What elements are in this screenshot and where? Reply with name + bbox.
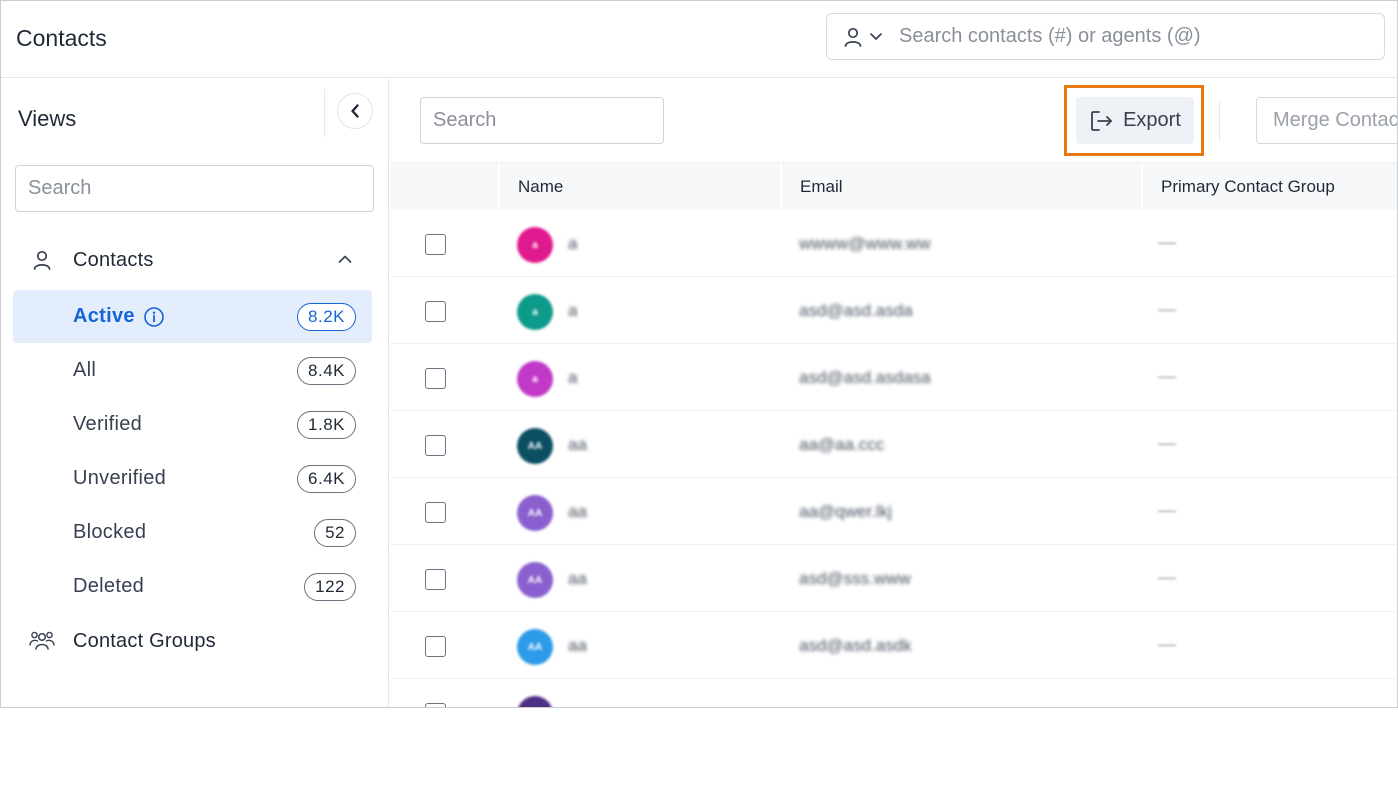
view-item-all[interactable]: All 8.4K: [13, 344, 372, 397]
view-item-unverified[interactable]: Unverified 6.4K: [13, 452, 372, 505]
count-badge: 8.4K: [297, 357, 356, 385]
views-sidebar: Views Contacts Active 8.2K All 8.4K Veri…: [1, 79, 389, 707]
avatar: AA: [517, 428, 553, 464]
view-item-verified[interactable]: Verified 1.8K: [13, 398, 372, 451]
contact-name[interactable]: aa: [568, 502, 587, 522]
table-row[interactable]: a a wwww@www.ww —: [390, 210, 1397, 277]
row-checkbox[interactable]: [425, 368, 446, 389]
person-icon: [27, 249, 57, 271]
avatar: AA: [517, 562, 553, 598]
contact-email: asd@asd.asda: [799, 301, 913, 320]
merge-contacts-button[interactable]: Merge Contacts: [1256, 97, 1397, 144]
divider: [324, 89, 325, 137]
table-row[interactable]: AA aa aa@qwer.lkj —: [390, 478, 1397, 545]
view-item-label: Deleted: [73, 575, 145, 597]
avatar: a: [517, 227, 553, 263]
column-header-name[interactable]: Name: [518, 163, 563, 211]
table-header: Name Email Primary Contact Group: [390, 162, 1397, 211]
contact-group: —: [1158, 433, 1176, 453]
contact-name[interactable]: a: [568, 368, 577, 388]
table-row[interactable]: [390, 679, 1397, 707]
contact-groups-section-header[interactable]: Contact Groups: [15, 621, 373, 661]
table-row[interactable]: a a asd@asd.asdasa —: [390, 344, 1397, 411]
view-item-label: Active: [73, 305, 135, 327]
contact-name[interactable]: a: [568, 301, 577, 321]
contact-group: —: [1158, 299, 1176, 319]
divider: [1219, 101, 1220, 141]
count-badge: 8.2K: [297, 303, 356, 331]
row-checkbox[interactable]: [425, 703, 446, 707]
row-checkbox[interactable]: [425, 636, 446, 657]
contact-groups-section-label: Contact Groups: [73, 629, 216, 652]
column-header-email[interactable]: Email: [800, 163, 843, 211]
count-badge: 6.4K: [297, 465, 356, 493]
view-item-label: Blocked: [73, 521, 147, 543]
count-badge: 52: [314, 519, 356, 547]
contact-group: —: [1158, 500, 1176, 520]
column-separator: [780, 163, 782, 211]
group-icon: [27, 629, 57, 653]
column-header-primary-group[interactable]: Primary Contact Group: [1161, 163, 1335, 211]
contact-email: asd@asd.asdk: [799, 636, 912, 655]
row-checkbox[interactable]: [425, 234, 446, 255]
contacts-section-header[interactable]: Contacts: [15, 240, 373, 280]
chevron-left-icon: [351, 104, 359, 118]
column-separator: [498, 163, 500, 211]
avatar: a: [517, 294, 553, 330]
collapse-sidebar-button[interactable]: [337, 93, 373, 129]
chevron-down-icon: [870, 32, 882, 40]
avatar: AA: [517, 629, 553, 665]
row-checkbox[interactable]: [425, 435, 446, 456]
avatar: a: [517, 361, 553, 397]
count-badge: 1.8K: [297, 411, 356, 439]
contact-email: wwww@www.ww: [799, 234, 931, 253]
contacts-table-panel: Export Merge Contacts Name Email Primary…: [390, 79, 1397, 707]
export-label: Export: [1123, 109, 1181, 131]
global-search-input[interactable]: [899, 25, 1359, 48]
view-item-label: All: [73, 359, 97, 381]
contact-name[interactable]: aa: [568, 636, 587, 656]
page-title: Contacts: [16, 25, 107, 51]
export-button[interactable]: Export: [1076, 97, 1194, 144]
row-checkbox[interactable]: [425, 569, 446, 590]
row-checkbox[interactable]: [425, 301, 446, 322]
table-row[interactable]: AA aa asd@asd.asdk —: [390, 612, 1397, 679]
contact-email: aa@aa.ccc: [799, 435, 885, 454]
views-title: Views: [18, 106, 77, 131]
table-row[interactable]: AA aa aa@aa.ccc —: [390, 411, 1397, 478]
table-search-input[interactable]: [420, 97, 664, 144]
top-header: Contacts: [1, 1, 1397, 78]
global-search-box: [826, 13, 1385, 60]
chevron-up-icon: [338, 255, 352, 263]
contact-group: —: [1158, 232, 1176, 252]
contact-name[interactable]: aa: [568, 569, 587, 589]
contact-email: asd@asd.asdasa: [799, 368, 931, 387]
contact-group: —: [1158, 567, 1176, 587]
table-row[interactable]: AA aa asd@sss.www —: [390, 545, 1397, 612]
view-item-blocked[interactable]: Blocked 52: [13, 506, 372, 559]
contact-name[interactable]: aa: [568, 435, 587, 455]
contact-name[interactable]: a: [568, 234, 577, 254]
contact-email: aa@qwer.lkj: [799, 502, 892, 521]
row-checkbox[interactable]: [425, 502, 446, 523]
views-search-input[interactable]: [15, 165, 374, 212]
person-icon: [844, 27, 862, 47]
count-badge: 122: [304, 573, 356, 601]
view-item-active[interactable]: Active 8.2K: [13, 290, 372, 343]
avatar: AA: [517, 495, 553, 531]
avatar: [517, 696, 553, 707]
info-icon[interactable]: [143, 306, 165, 328]
table-row[interactable]: a a asd@asd.asda —: [390, 277, 1397, 344]
contacts-section-label: Contacts: [73, 248, 154, 271]
view-item-label: Verified: [73, 413, 143, 435]
view-item-label: Unverified: [73, 467, 167, 489]
export-icon: [1091, 110, 1112, 131]
search-scope-selector[interactable]: [827, 14, 899, 59]
contact-group: —: [1158, 634, 1176, 654]
view-item-deleted[interactable]: Deleted 122: [13, 560, 372, 613]
contacts-app: Contacts Views Contacts Active: [0, 0, 1398, 708]
column-separator: [1141, 163, 1143, 211]
contact-email: asd@sss.www: [799, 569, 911, 588]
contact-group: —: [1158, 366, 1176, 386]
